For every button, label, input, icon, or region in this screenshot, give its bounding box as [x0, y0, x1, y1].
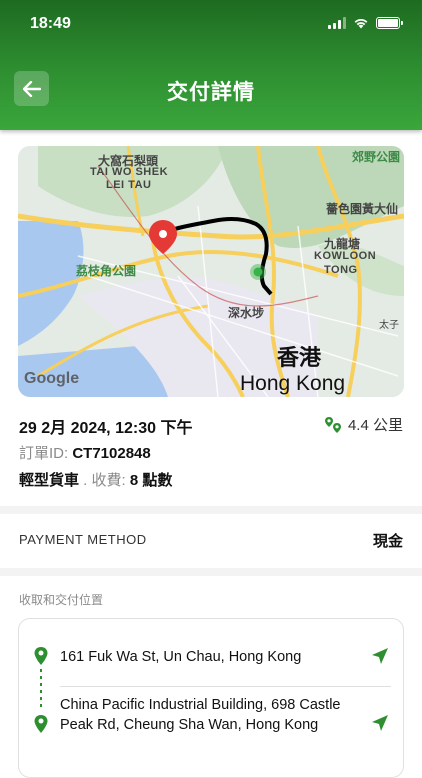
google-logo: Google [24, 370, 80, 387]
pickup-pin-icon [34, 647, 48, 665]
wifi-icon [354, 19, 368, 29]
map-label-hong-kong: Hong Kong [240, 372, 346, 395]
distance: 4.4 公里 [324, 414, 403, 435]
map-label-lai-chi-kok-park: 荔枝角公園 [76, 264, 137, 278]
vehicle-type: 輕型貨車 [19, 472, 80, 489]
route-map[interactable]: 大窩石梨頭 TAI WO SHEK LEI TAU 郊野公園 薔色園黃大仙 荔枝… [18, 146, 404, 397]
distance-value: 4.4 公里 [347, 417, 403, 434]
fee-separator: . [79, 472, 92, 489]
vehicle-fee-row: 輕型貨車 . 收費: 8 點數 [19, 469, 172, 490]
page-title: 交付詳情 [167, 81, 255, 104]
battery-icon [376, 17, 403, 29]
dropoff-navigate-icon[interactable] [371, 714, 389, 732]
payment-method-value: 現金 [372, 533, 403, 550]
locations-section-title: 收取和交付位置 [19, 593, 104, 607]
order-id: CT7102848 [72, 445, 151, 462]
fee-value: 8 點數 [129, 472, 173, 489]
order-id-row: 訂單ID: CT7102848 [19, 442, 151, 463]
status-icons [328, 17, 403, 29]
map-label-hong-kong-cn: 香港 [277, 345, 322, 370]
map-label-tai-wo-shek: TAI WO SHEK [90, 166, 169, 178]
map-label-tong: TONG [324, 264, 358, 276]
dropoff-address: China Pacific Industrial Building, 698 C… [60, 697, 341, 733]
map-label-wong-tai-sin: 薔色園黃大仙 [326, 202, 399, 216]
map-label-prince-edward: 太子 [379, 320, 399, 331]
order-id-label: 訂單ID: [19, 445, 69, 462]
pickup-address: 161 Fuk Wa St, Un Chau, Hong Kong [60, 649, 302, 665]
card-divider [60, 686, 391, 687]
section-divider [0, 506, 422, 514]
pickup-navigate-icon[interactable] [371, 647, 389, 665]
section-divider [0, 568, 422, 576]
locations-card: 161 Fuk Wa St, Un Chau, Hong Kong China … [18, 618, 404, 778]
dropoff-pin-icon [34, 715, 48, 733]
payment-method-label: PAYMENT METHOD [19, 532, 147, 547]
route-pin-icon [324, 416, 341, 433]
map-label-sham-shui-po: 深水埗 [228, 306, 265, 320]
fee-label: 收費: [91, 472, 126, 489]
map-label-lei-tau: LEI TAU [106, 179, 152, 191]
map-label-country-park: 郊野公園 [352, 150, 401, 164]
route-connector [40, 669, 42, 711]
app-header: 18:49 交付詳情 [0, 0, 422, 130]
map-label-kowloon: KOWLOON [314, 250, 377, 262]
signal-icon [328, 17, 346, 29]
status-time: 18:49 [30, 15, 71, 32]
delivery-datetime: 29 2月 2024, 12:30 下午 [19, 420, 193, 437]
